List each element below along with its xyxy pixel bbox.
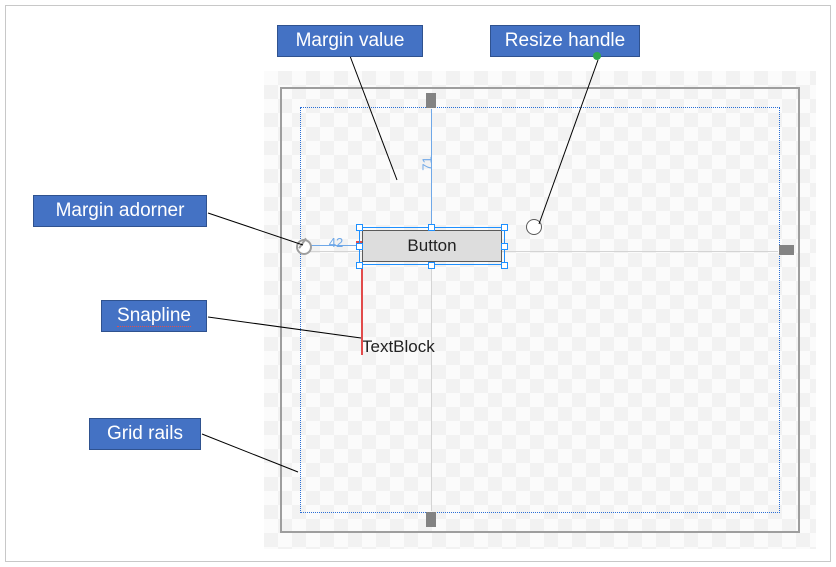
callout-snapline: Snapline — [101, 300, 207, 332]
callout-margin-adorner: Margin adorner — [33, 195, 207, 227]
handle-e[interactable] — [501, 243, 508, 250]
rail-divider-right[interactable] — [779, 245, 794, 255]
snapline — [361, 265, 363, 355]
handle-nw[interactable] — [356, 224, 363, 231]
handle-w[interactable] — [356, 243, 363, 250]
margin-adorner-icon[interactable] — [296, 239, 312, 255]
designer-button[interactable]: Button — [362, 230, 502, 262]
callout-grid-rails: Grid rails — [89, 418, 201, 450]
callout-resize-handle: Resize handle — [490, 25, 640, 57]
margin-value-top: 71 — [420, 156, 435, 172]
handle-ne[interactable] — [501, 224, 508, 231]
grid-rails[interactable] — [300, 107, 780, 513]
resize-handle-icon[interactable] — [526, 219, 542, 235]
handle-sw[interactable] — [356, 262, 363, 269]
rail-divider-top[interactable] — [426, 93, 436, 108]
callout-margin-value: Margin value — [277, 25, 423, 57]
callout-snapline-text: Snapline — [117, 305, 191, 327]
handle-s[interactable] — [428, 262, 435, 269]
margin-value-left: 42 — [324, 235, 348, 250]
handle-se[interactable] — [501, 262, 508, 269]
rail-divider-bottom[interactable] — [426, 512, 436, 527]
designer-surface[interactable]: 71 42 Button TextBlock — [264, 71, 816, 549]
designer-textblock[interactable]: TextBlock — [362, 337, 435, 357]
resize-handle-highlight-dot — [593, 52, 601, 60]
handle-n[interactable] — [428, 224, 435, 231]
